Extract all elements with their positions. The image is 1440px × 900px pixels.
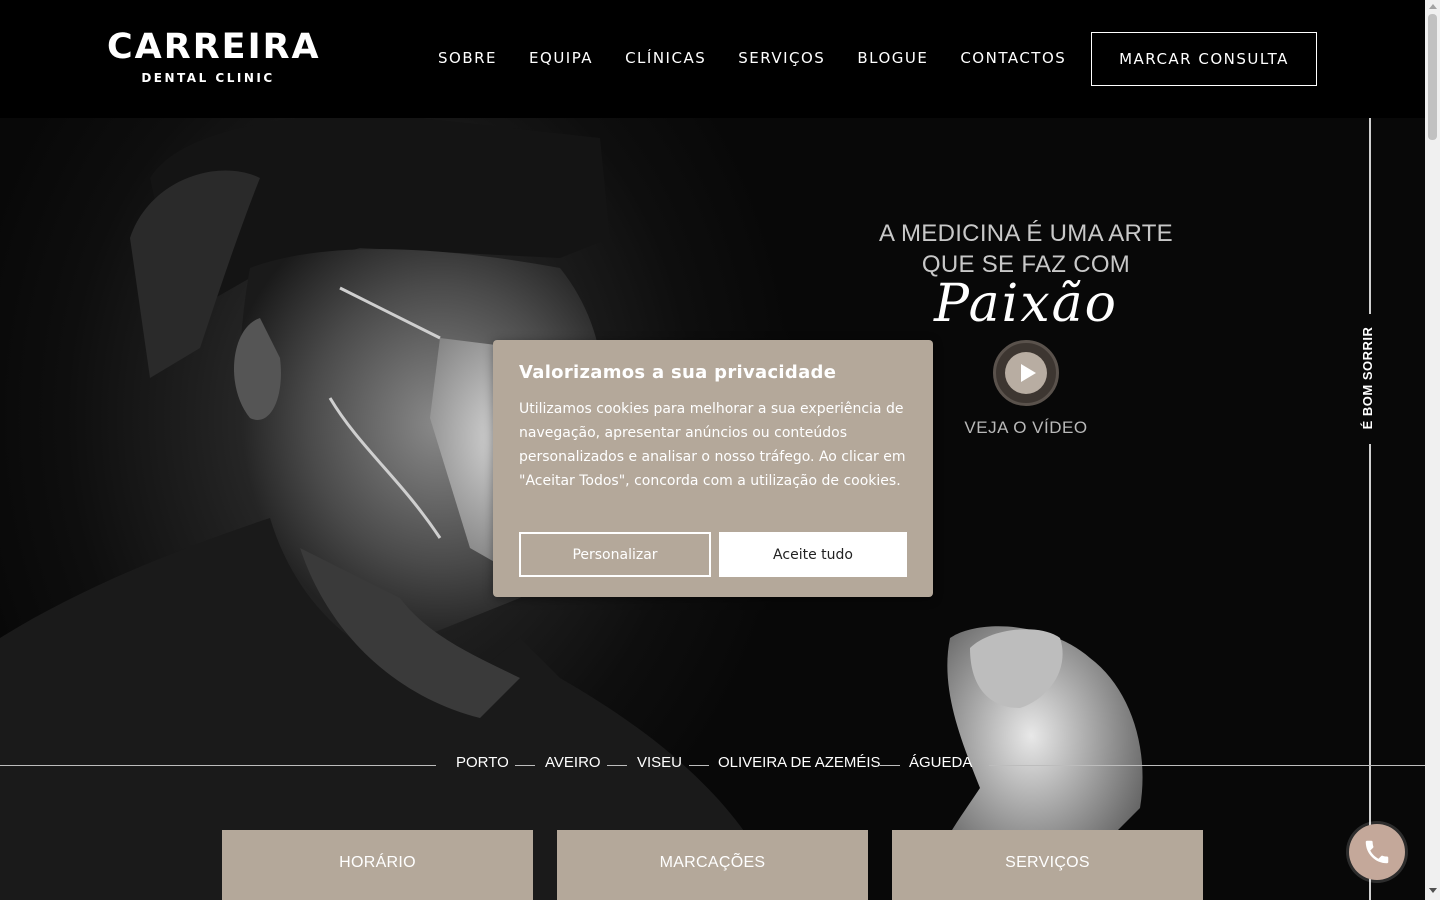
hero-tagline: A MEDICINA É UMA ARTE QUE SE FAZ COM Pai… xyxy=(856,218,1196,334)
play-video-button[interactable] xyxy=(993,340,1059,406)
side-vertical-text: É BOM SORRIR xyxy=(1360,326,1375,430)
scroll-thumb[interactable] xyxy=(1428,14,1437,140)
city-list: PORTO AVEIRO VISEU OLIVEIRA DE AZEMÉIS Á… xyxy=(0,754,1425,776)
play-icon xyxy=(1005,352,1047,394)
nav-item-blogue[interactable]: BLOGUE xyxy=(857,49,928,67)
nav-item-servicos[interactable]: SERVIÇOS xyxy=(738,49,825,67)
phone-icon xyxy=(1365,840,1389,864)
logo-name: CARREIRA xyxy=(107,27,321,67)
logo[interactable]: CARREIRA DENTAL CLINIC xyxy=(107,27,321,85)
city-link-oliveira-de-azemeis[interactable]: OLIVEIRA DE AZEMÉIS xyxy=(718,754,881,771)
accept-all-button[interactable]: Aceite tudo xyxy=(719,532,907,577)
city-link-aveiro[interactable]: AVEIRO xyxy=(545,754,601,771)
site-header: CARREIRA DENTAL CLINIC SOBRE EQUIPA CLÍN… xyxy=(0,0,1425,118)
side-divider-top xyxy=(1369,118,1371,314)
book-appointment-button[interactable]: MARCAR CONSULTA xyxy=(1091,32,1317,86)
tile-marcacoes[interactable]: MARCAÇÕES xyxy=(557,830,868,900)
tagline-line-1: A MEDICINA É UMA ARTE xyxy=(879,220,1173,247)
nav-item-contactos[interactable]: CONTACTOS xyxy=(960,49,1066,67)
scroll-down-arrow-icon[interactable] xyxy=(1429,888,1437,893)
cookie-description: Utilizamos cookies para melhorar a sua e… xyxy=(519,401,906,489)
scroll-up-arrow-icon[interactable] xyxy=(1429,4,1437,9)
city-link-viseu[interactable]: VISEU xyxy=(637,754,682,771)
tagline-script: Paixão xyxy=(934,274,1118,334)
tile-horario[interactable]: HORÁRIO xyxy=(222,830,533,900)
tile-servicos[interactable]: SERVIÇOS xyxy=(892,830,1203,900)
cookie-consent-dialog: Valorizamos a sua privacidade Utilizamos… xyxy=(493,340,933,597)
city-link-agueda[interactable]: ÁGUEDA xyxy=(909,754,972,771)
nav-item-sobre[interactable]: SOBRE xyxy=(438,49,497,67)
nav-item-equipa[interactable]: EQUIPA xyxy=(529,49,593,67)
scrollbar[interactable] xyxy=(1425,0,1440,900)
video-label[interactable]: VEJA O VÍDEO xyxy=(946,418,1106,438)
cookie-actions: Personalizar Aceite tudo xyxy=(519,532,907,577)
main-nav: SOBRE EQUIPA CLÍNICAS SERVIÇOS BLOGUE CO… xyxy=(438,49,1098,67)
phone-call-button[interactable] xyxy=(1349,824,1405,880)
logo-subtitle: DENTAL CLINIC xyxy=(141,71,275,85)
nav-item-clinicas[interactable]: CLÍNICAS xyxy=(625,49,706,67)
customize-button[interactable]: Personalizar xyxy=(519,532,711,577)
city-link-porto[interactable]: PORTO xyxy=(456,754,509,771)
cookie-title: Valorizamos a sua privacidade xyxy=(519,362,837,383)
